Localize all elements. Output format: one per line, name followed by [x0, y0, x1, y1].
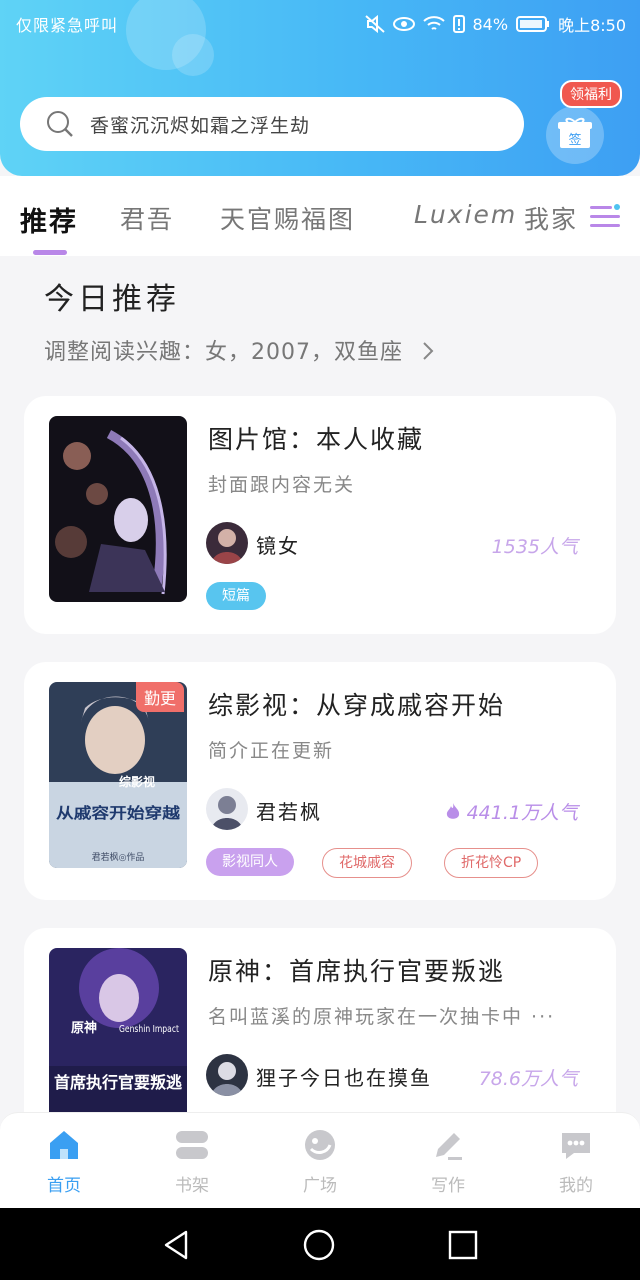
- book-desc: 封面跟内容无关: [208, 474, 356, 496]
- book-title[interactable]: 原神：首席执行官要叛逃: [208, 952, 505, 988]
- cover-series-tag: 综影视: [119, 774, 155, 789]
- cover-series-tag: 原神: [71, 1020, 97, 1036]
- book-tag[interactable]: 短篇: [206, 582, 266, 610]
- book-card[interactable]: 综影视 从戚容开始穿越 君若枫◎作品 勤更 综影视：从穿成戚容开始 简介正在更新…: [24, 662, 616, 900]
- nav-profile-label: 我的: [559, 1176, 593, 1196]
- cover-author: 君若枫◎作品: [92, 851, 145, 863]
- nav-bookshelf[interactable]: 书架: [152, 1127, 232, 1196]
- bottom-nav: 首页 书架 广场 写作 我的: [0, 1112, 640, 1209]
- cover-title: 首席执行官要叛逃: [54, 1073, 183, 1092]
- welfare-button[interactable]: 签 领福利: [546, 80, 622, 168]
- category-tabs: 推荐 君吾 天官赐福图 Luxiem 我家: [0, 176, 640, 256]
- book-cover[interactable]: [49, 416, 187, 602]
- header: 仅限紧急呼叫 84% 晚上8:50 香蜜沉沉烬如霜之浮生劫 签 领福利: [0, 0, 640, 176]
- status-time: 晚上8:50: [558, 16, 626, 35]
- back-icon[interactable]: [160, 1228, 194, 1262]
- author-name[interactable]: 镜女: [256, 530, 300, 559]
- status-bar: 仅限紧急呼叫 84% 晚上8:50: [0, 0, 640, 44]
- cover-title: 从戚容开始穿越: [56, 804, 181, 822]
- book-tag[interactable]: 折花怜CP: [444, 848, 539, 878]
- home-circle-icon[interactable]: [302, 1228, 336, 1262]
- tab-recommend[interactable]: 推荐: [20, 200, 78, 239]
- tab-luxiem[interactable]: Luxiem: [414, 200, 517, 229]
- author-name[interactable]: 狸子今日也在摸鱼: [256, 1062, 432, 1091]
- tab-indicator: [33, 250, 67, 255]
- sign-label: 签: [568, 132, 581, 148]
- interest-link[interactable]: 调整阅读兴趣：女，2007，双鱼座: [44, 334, 435, 366]
- nav-write[interactable]: 写作: [408, 1127, 488, 1196]
- book-tag[interactable]: 影视同人: [206, 848, 294, 876]
- search-placeholder: 香蜜沉沉烬如霜之浮生劫: [90, 114, 311, 137]
- bookshelf-icon: [176, 1131, 208, 1159]
- battery-percent: 84%: [472, 14, 509, 34]
- avatar[interactable]: [206, 522, 248, 564]
- status-carrier: 仅限紧急呼叫: [16, 16, 119, 35]
- book-title[interactable]: 图片馆：本人收藏: [208, 420, 424, 456]
- popularity: 78.6万人气: [478, 1068, 578, 1090]
- system-nav-bar: [0, 1208, 640, 1280]
- book-tag[interactable]: 花城戚容: [322, 848, 412, 878]
- menu-icon[interactable]: [588, 200, 622, 234]
- book-desc: 名叫蓝溪的原神玩家在一次抽卡中 ···: [208, 1006, 556, 1028]
- battery-icon: [516, 16, 550, 32]
- profile-icon: [562, 1133, 590, 1159]
- book-desc: 简介正在更新: [208, 740, 335, 762]
- chevron-right-icon: [423, 342, 434, 360]
- tab-junwu[interactable]: 君吾: [120, 200, 174, 236]
- interest-text: 调整阅读兴趣：女，2007，双鱼座: [44, 340, 403, 365]
- nav-write-label: 写作: [431, 1176, 465, 1196]
- search-icon: [47, 111, 73, 137]
- avatar[interactable]: [206, 1054, 248, 1096]
- eye-icon: [392, 17, 415, 31]
- nav-home[interactable]: 首页: [24, 1127, 104, 1196]
- nav-plaza[interactable]: 广场: [280, 1127, 360, 1196]
- plaza-icon: [305, 1130, 335, 1160]
- tab-tianguan[interactable]: 天官赐福图: [220, 200, 355, 236]
- alert-icon: [452, 15, 465, 33]
- nav-bookshelf-label: 书架: [175, 1176, 209, 1196]
- avatar[interactable]: [206, 788, 248, 830]
- flame-icon: [446, 803, 459, 819]
- home-icon: [50, 1131, 78, 1159]
- welfare-badge: 领福利: [560, 80, 622, 108]
- popularity: 441.1万人气: [445, 798, 578, 825]
- tab-wojia[interactable]: 我家: [524, 200, 578, 236]
- wifi-icon: [422, 16, 445, 30]
- mute-icon: [364, 15, 385, 33]
- cover-series-sub: Genshin Impact: [119, 1024, 179, 1035]
- nav-profile[interactable]: 我的: [536, 1127, 616, 1196]
- popularity-value: 441.1万人气: [466, 802, 578, 824]
- book-card[interactable]: 图片馆：本人收藏 封面跟内容无关 镜女 1535人气 短篇: [24, 396, 616, 634]
- nav-home-label: 首页: [47, 1176, 81, 1196]
- recents-icon[interactable]: [446, 1228, 480, 1262]
- author-name[interactable]: 君若枫: [256, 796, 322, 825]
- search-bar[interactable]: 香蜜沉沉烬如霜之浮生劫: [20, 97, 524, 151]
- update-badge: 勤更: [136, 682, 185, 712]
- write-icon: [436, 1133, 462, 1160]
- gift-icon: 签: [558, 117, 592, 148]
- nav-plaza-label: 广场: [303, 1176, 337, 1196]
- section-title: 今日推荐: [44, 282, 180, 317]
- book-title[interactable]: 综影视：从穿成戚容开始: [208, 686, 505, 722]
- popularity: 1535人气: [491, 536, 578, 558]
